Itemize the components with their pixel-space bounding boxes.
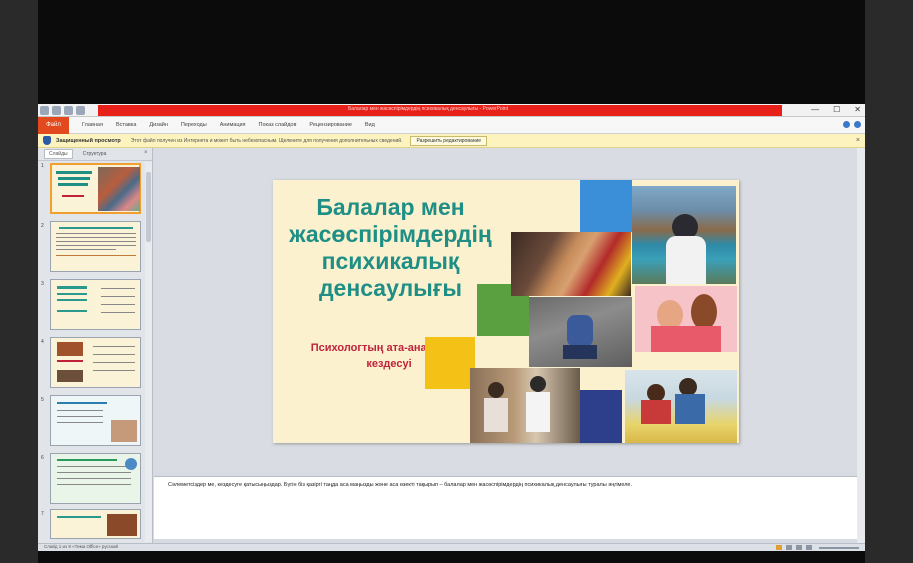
tab-slideshow[interactable]: Показ слайдов bbox=[259, 122, 297, 128]
minimize-button[interactable]: — bbox=[811, 105, 819, 115]
tab-file[interactable]: Файл bbox=[38, 116, 69, 134]
tab-transitions[interactable]: Переходы bbox=[181, 122, 207, 128]
reading-view-icon[interactable] bbox=[796, 545, 802, 550]
slide-thumbnail-6[interactable] bbox=[50, 453, 141, 504]
thumb-number: 5 bbox=[41, 397, 44, 403]
photo-group-therapy bbox=[470, 368, 580, 443]
slide-thumbnail-2[interactable] bbox=[50, 221, 141, 272]
app-icon[interactable] bbox=[40, 106, 49, 115]
slide-thumbnail-1[interactable] bbox=[50, 163, 141, 214]
slides-panel: Слайды Структура × 1 2 3 4 5 6 7 bbox=[38, 148, 153, 543]
panel-scroll-thumb[interactable] bbox=[146, 172, 151, 242]
maximize-button[interactable]: ☐ bbox=[833, 105, 840, 115]
thumb-number: 3 bbox=[41, 281, 44, 287]
speaker-notes[interactable]: Сәлеметсіздер ме, кездесуге қатысыңыздар… bbox=[154, 476, 857, 539]
thumb-number: 6 bbox=[41, 455, 44, 461]
help-icon[interactable] bbox=[854, 121, 861, 128]
tab-insert[interactable]: Вставка bbox=[116, 122, 136, 128]
close-button[interactable]: ✕ bbox=[854, 105, 861, 115]
left-dark-margin bbox=[0, 0, 38, 563]
current-slide[interactable]: Балалар мен жасөспірімдердің психикалық … bbox=[273, 180, 739, 443]
window-controls: — ☐ ✕ bbox=[811, 105, 861, 115]
enable-editing-button[interactable]: Разрешить редактирование bbox=[410, 135, 488, 146]
photo-girls-pink bbox=[635, 286, 737, 352]
powerpoint-window: Балалар мен жасөспірімдердің психикалық … bbox=[38, 104, 865, 551]
thumb-number: 2 bbox=[41, 223, 44, 229]
screen: Балалар мен жасөспірімдердің психикалық … bbox=[0, 0, 913, 563]
quick-access-toolbar bbox=[40, 106, 85, 115]
status-bar: Слайд 1 из 9 «Тема Office» русский bbox=[38, 543, 865, 551]
window-title: Балалар мен жасөспірімдердің психикалық … bbox=[348, 106, 509, 112]
ribbon-tabs: Файл Главная Вставка Дизайн Переходы Ани… bbox=[38, 116, 865, 134]
view-controls bbox=[776, 545, 859, 550]
slide-thumbnail-4[interactable] bbox=[50, 337, 141, 388]
slide-editor: Балалар мен жасөспірімдердің психикалық … bbox=[154, 148, 857, 471]
shield-icon bbox=[43, 136, 51, 145]
navy-square bbox=[580, 390, 622, 443]
slideshow-icon[interactable] bbox=[806, 545, 812, 550]
photo-crying-teen bbox=[632, 186, 736, 284]
tab-view[interactable]: Вид bbox=[365, 122, 375, 128]
thumbnail-list: 1 2 3 4 5 6 7 bbox=[38, 161, 153, 543]
redo-icon[interactable] bbox=[76, 106, 85, 115]
editor-scrollbar[interactable] bbox=[857, 148, 865, 543]
thumb-number: 4 bbox=[41, 339, 44, 345]
save-icon[interactable] bbox=[52, 106, 61, 115]
undo-icon[interactable] bbox=[64, 106, 73, 115]
panel-tabs: Слайды Структура × bbox=[38, 148, 152, 161]
help-area bbox=[843, 121, 861, 128]
status-text: Слайд 1 из 9 «Тема Office» русский bbox=[44, 544, 119, 549]
thumb-number: 1 bbox=[41, 163, 44, 169]
zoom-slider[interactable] bbox=[819, 546, 859, 549]
tab-outline[interactable]: Структура bbox=[79, 150, 111, 158]
thumb-number: 7 bbox=[41, 511, 44, 517]
slide-thumbnail-7[interactable] bbox=[50, 509, 141, 539]
notes-text[interactable]: Сәлеметсіздер ме, кездесуге қатысыңыздар… bbox=[168, 481, 828, 489]
title-highlight: Балалар мен жасөспірімдердің психикалық … bbox=[98, 105, 782, 116]
panel-scrollbar[interactable] bbox=[145, 162, 152, 542]
photo-family-table bbox=[625, 370, 737, 443]
ribbon-toggle-icon[interactable] bbox=[843, 121, 850, 128]
normal-view-icon[interactable] bbox=[776, 545, 782, 550]
sorter-view-icon[interactable] bbox=[786, 545, 792, 550]
title-bar: Балалар мен жасөспірімдердің психикалық … bbox=[38, 104, 865, 117]
yellow-square bbox=[425, 337, 475, 389]
photo-sad-boy bbox=[511, 232, 631, 296]
message-title: Защищенный просмотр bbox=[56, 137, 121, 144]
right-dark-margin bbox=[865, 0, 913, 563]
tab-home[interactable]: Главная bbox=[82, 122, 103, 128]
photo-sitting-child bbox=[529, 297, 632, 367]
slide-thumbnail-5[interactable] bbox=[50, 395, 141, 446]
tab-review[interactable]: Рецензирование bbox=[309, 122, 351, 128]
panel-close-icon[interactable]: × bbox=[144, 150, 148, 156]
tab-animations[interactable]: Анимация bbox=[220, 122, 246, 128]
blue-square bbox=[580, 180, 632, 232]
tab-slides[interactable]: Слайды bbox=[44, 149, 73, 159]
slide-title[interactable]: Балалар мен жасөспірімдердің психикалық … bbox=[283, 194, 498, 302]
protected-view-bar: Защищенный просмотр Этот файл получен из… bbox=[38, 134, 865, 148]
message-text: Этот файл получен из Интернета и может б… bbox=[130, 137, 403, 144]
slide-thumbnail-3[interactable] bbox=[50, 279, 141, 330]
tab-design[interactable]: Дизайн bbox=[149, 122, 168, 128]
message-close-icon[interactable]: × bbox=[856, 137, 860, 144]
